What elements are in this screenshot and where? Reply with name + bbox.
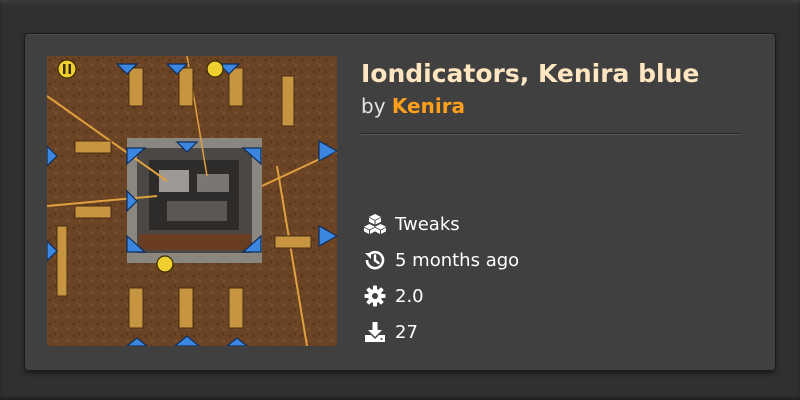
mod-meta-list: Tweaks 5 months ago 2.0 27 xyxy=(363,206,519,350)
mod-card[interactable]: Iondicators, Kenira blue by Kenira Tweak… xyxy=(25,34,775,370)
author-link[interactable]: Kenira xyxy=(392,94,465,118)
history-icon xyxy=(363,248,387,272)
mod-thumbnail[interactable] xyxy=(47,56,337,346)
by-prefix: by xyxy=(361,94,386,118)
cubes-icon xyxy=(363,212,387,236)
category-label: Tweaks xyxy=(395,213,460,235)
gear-icon xyxy=(363,284,387,308)
mod-info: Iondicators, Kenira blue by Kenira xyxy=(361,54,741,118)
divider xyxy=(361,133,739,135)
page-background: Iondicators, Kenira blue by Kenira Tweak… xyxy=(0,0,800,400)
version-row: 2.0 xyxy=(363,278,519,314)
mod-byline: by Kenira xyxy=(361,94,741,118)
updated-row: 5 months ago xyxy=(363,242,519,278)
downloads-label: 27 xyxy=(395,321,418,343)
downloads-row: 27 xyxy=(363,314,519,350)
version-label: 2.0 xyxy=(395,285,424,307)
category-row[interactable]: Tweaks xyxy=(363,206,519,242)
updated-label: 5 months ago xyxy=(395,249,520,271)
download-icon xyxy=(363,320,387,344)
factory-screenshot-image xyxy=(47,56,337,346)
mod-title[interactable]: Iondicators, Kenira blue xyxy=(361,54,741,94)
